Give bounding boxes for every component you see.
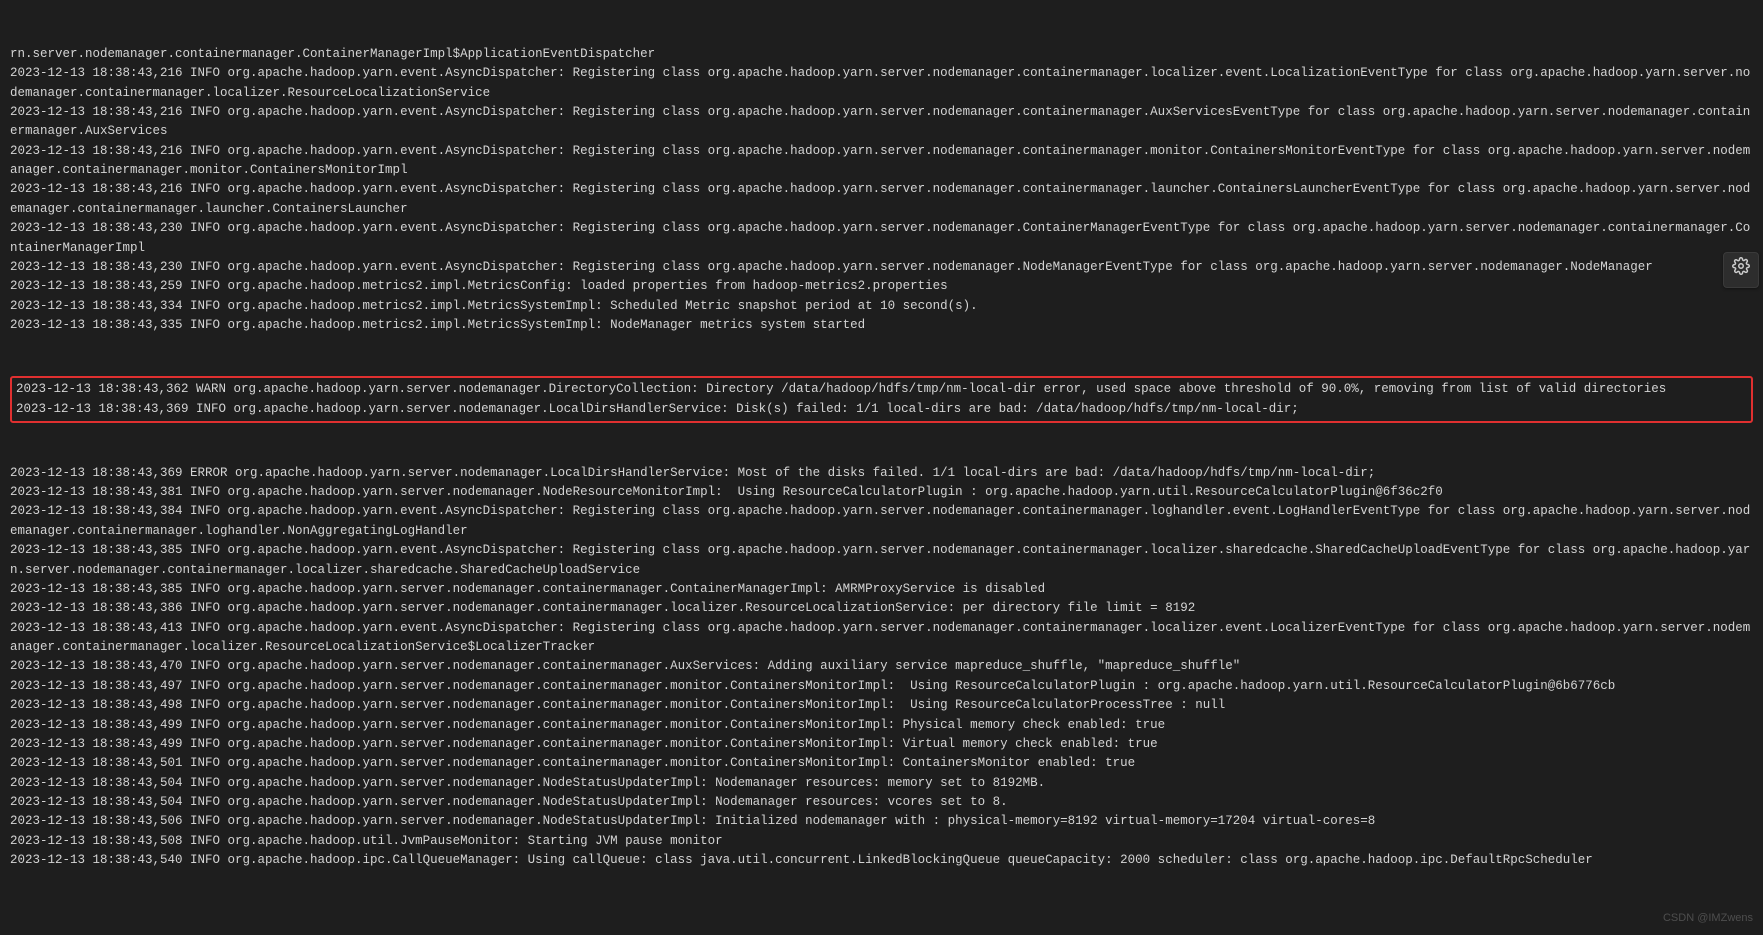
log-line: rn.server.nodemanager.containermanager.C… [10, 45, 1753, 64]
log-line: 2023-12-13 18:38:43,499 INFO org.apache.… [10, 735, 1753, 754]
log-line: 2023-12-13 18:38:43,381 INFO org.apache.… [10, 483, 1753, 502]
log-line: 2023-12-13 18:38:43,504 INFO org.apache.… [10, 793, 1753, 812]
settings-button[interactable] [1723, 252, 1759, 288]
log-line: 2023-12-13 18:38:43,335 INFO org.apache.… [10, 316, 1753, 335]
log-line: 2023-12-13 18:38:43,369 INFO org.apache.… [16, 400, 1747, 419]
log-line: 2023-12-13 18:38:43,230 INFO org.apache.… [10, 219, 1753, 258]
log-line: 2023-12-13 18:38:43,498 INFO org.apache.… [10, 696, 1753, 715]
log-line: 2023-12-13 18:38:43,362 WARN org.apache.… [16, 380, 1747, 399]
log-block-after: 2023-12-13 18:38:43,369 ERROR org.apache… [10, 464, 1753, 871]
log-line: 2023-12-13 18:38:43,385 INFO org.apache.… [10, 541, 1753, 580]
log-line: 2023-12-13 18:38:43,216 INFO org.apache.… [10, 142, 1753, 181]
log-line: 2023-12-13 18:38:43,386 INFO org.apache.… [10, 599, 1753, 618]
log-line: 2023-12-13 18:38:43,385 INFO org.apache.… [10, 580, 1753, 599]
log-line: 2023-12-13 18:38:43,508 INFO org.apache.… [10, 832, 1753, 851]
log-line: 2023-12-13 18:38:43,384 INFO org.apache.… [10, 502, 1753, 541]
log-line: 2023-12-13 18:38:43,334 INFO org.apache.… [10, 297, 1753, 316]
log-line: 2023-12-13 18:38:43,259 INFO org.apache.… [10, 277, 1753, 296]
log-block-before: rn.server.nodemanager.containermanager.C… [10, 45, 1753, 336]
watermark-text: CSDN @IMZwens [1663, 910, 1753, 927]
log-line: 2023-12-13 18:38:43,506 INFO org.apache.… [10, 812, 1753, 831]
log-line: 2023-12-13 18:38:43,497 INFO org.apache.… [10, 677, 1753, 696]
log-line: 2023-12-13 18:38:43,499 INFO org.apache.… [10, 716, 1753, 735]
log-line: 2023-12-13 18:38:43,504 INFO org.apache.… [10, 774, 1753, 793]
log-line: 2023-12-13 18:38:43,540 INFO org.apache.… [10, 851, 1753, 870]
log-line: 2023-12-13 18:38:43,216 INFO org.apache.… [10, 180, 1753, 219]
log-line: 2023-12-13 18:38:43,216 INFO org.apache.… [10, 103, 1753, 142]
log-line: 2023-12-13 18:38:43,470 INFO org.apache.… [10, 657, 1753, 676]
log-line: 2023-12-13 18:38:43,216 INFO org.apache.… [10, 64, 1753, 103]
terminal-log[interactable]: rn.server.nodemanager.containermanager.C… [0, 0, 1763, 900]
log-line: 2023-12-13 18:38:43,369 ERROR org.apache… [10, 464, 1753, 483]
log-block-highlight: 2023-12-13 18:38:43,362 WARN org.apache.… [10, 376, 1753, 423]
gear-icon [1732, 257, 1750, 282]
log-line: 2023-12-13 18:38:43,413 INFO org.apache.… [10, 619, 1753, 658]
log-line: 2023-12-13 18:38:43,230 INFO org.apache.… [10, 258, 1753, 277]
log-line: 2023-12-13 18:38:43,501 INFO org.apache.… [10, 754, 1753, 773]
